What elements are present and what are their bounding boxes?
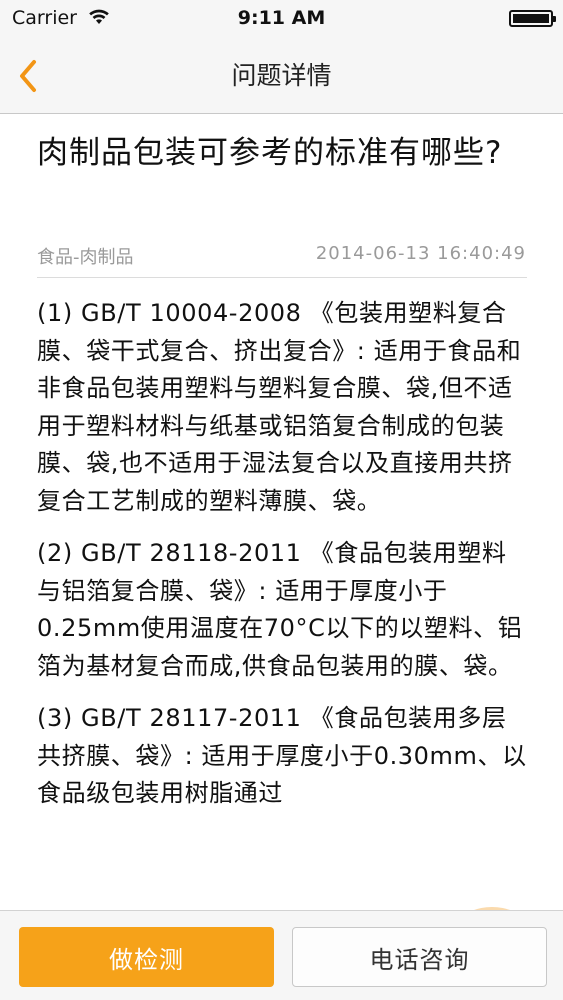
bottom-action-bar: 做检测 电话咨询 bbox=[0, 910, 563, 1000]
question-title: 肉制品包装可参考的标准有哪些? bbox=[37, 135, 503, 171]
answer-paragraph: (3) GB/T 28117-2011 《食品包装用多层共挤膜、袋》: 适用于厚… bbox=[37, 704, 527, 807]
status-time: 9:11 AM bbox=[237, 7, 326, 29]
answer-body: (1) GB/T 10004-2008 《包装用塑料复合膜、袋干式复合、挤出复合… bbox=[37, 295, 527, 828]
navigation-bar: 问题详情 bbox=[0, 36, 563, 114]
answer-paragraph: (1) GB/T 10004-2008 《包装用塑料复合膜、袋干式复合、挤出复合… bbox=[37, 299, 522, 515]
question-detail: 肉制品包装可参考的标准有哪些? 食品-肉制品 2014-06-13 16:40:… bbox=[0, 115, 563, 910]
answer-paragraph: (2) GB/T 28118-2011 《食品包装用塑料与铝箔复合膜、袋》: 适… bbox=[37, 539, 523, 680]
question-category: 食品-肉制品 bbox=[37, 247, 134, 268]
request-test-button[interactable]: 做检测 bbox=[19, 927, 274, 987]
page-title: 问题详情 bbox=[231, 61, 332, 90]
battery-level bbox=[513, 14, 549, 23]
divider bbox=[37, 277, 527, 278]
phone-consult-button[interactable]: 电话咨询 bbox=[292, 927, 547, 987]
question-date: 2014-06-13 16:40:49 bbox=[315, 243, 526, 264]
battery-icon bbox=[509, 10, 556, 27]
status-bar: Carrier 9:11 AM bbox=[0, 0, 563, 36]
